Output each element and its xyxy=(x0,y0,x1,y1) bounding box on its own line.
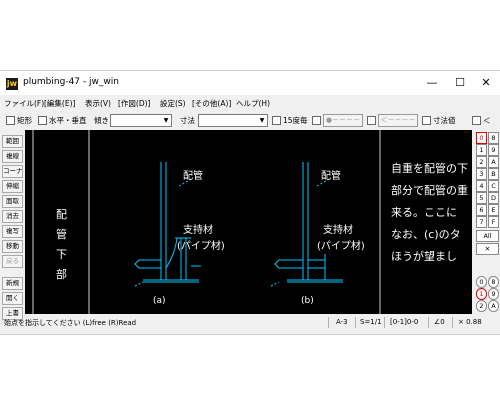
note-line: 来る。ここに xyxy=(391,206,457,219)
dim-value-checkbox[interactable] xyxy=(422,116,431,125)
layer-1[interactable]: 1 xyxy=(476,288,487,300)
btn1-checkbox[interactable] xyxy=(312,116,321,125)
label-pipe-material-b: (パイプ材) xyxy=(317,239,365,252)
label-pipe-material-a: (パイプ材) xyxy=(177,239,225,252)
minimize-button[interactable]: — xyxy=(420,75,444,91)
note-line: なお、(c)のタ xyxy=(391,228,461,241)
dim-value-label: 寸法値 xyxy=(433,116,456,125)
close-icon[interactable]: ✕ xyxy=(476,243,499,255)
layer-a[interactable]: A xyxy=(488,300,499,312)
deg15-checkbox[interactable] xyxy=(272,116,281,125)
title-bar: jw plumbing-47 - jw_win — ☐ ✕ xyxy=(0,71,500,95)
tilt-combo[interactable]: ▼ xyxy=(110,114,172,127)
menu-file[interactable]: ファイル(F) xyxy=(4,98,44,109)
layer-group-5[interactable]: 5 xyxy=(476,192,487,204)
btn2-checkbox[interactable] xyxy=(367,116,376,125)
maximize-button[interactable]: ☐ xyxy=(448,75,472,91)
layer-group-7[interactable]: 7 xyxy=(476,216,487,228)
status-bar: 始点を指示してください (L)free (R)Read A-3 S=1/1 [0… xyxy=(0,315,500,330)
vertical-label-char: 部 xyxy=(56,267,67,281)
vertical-label-char: 下 xyxy=(56,248,67,261)
menu-edit[interactable]: [編集(E)] xyxy=(44,98,75,109)
label-pipe-b: 配管 xyxy=(321,169,341,182)
layer-2[interactable]: 2 xyxy=(476,300,487,312)
layer-group-0[interactable]: 0 xyxy=(476,132,487,144)
layer-group-e[interactable]: E xyxy=(488,204,499,216)
note-line: 部分で配管の重 xyxy=(391,183,468,197)
status-message: 始点を指示してください (L)free (R)Read xyxy=(4,319,137,327)
layer-group-a[interactable]: A xyxy=(488,156,499,168)
drawing-svg: 配 管 下 部 配管 支持材 (パイプ材) (a) 配管 支持材 (パイプ材) … xyxy=(32,130,468,314)
layer-group-c[interactable]: C xyxy=(488,180,499,192)
note-line: ほうが望まし xyxy=(391,249,457,263)
layer-group-f[interactable]: F xyxy=(488,216,499,228)
layer-8[interactable]: 8 xyxy=(488,276,499,288)
note-line: 自重を配管の下 xyxy=(391,161,468,175)
tool-extend[interactable]: 伸縮 xyxy=(2,180,23,193)
tool-corner[interactable]: コーナー xyxy=(2,165,23,178)
tool-erase[interactable]: 消去 xyxy=(2,210,23,223)
dim-label: 寸法 xyxy=(180,116,195,125)
point-line-button[interactable]: ●－－－－ xyxy=(323,114,363,127)
status-angle[interactable]: ∠0 xyxy=(434,318,445,326)
layer-0[interactable]: 0 xyxy=(476,276,487,288)
app-window: jw plumbing-47 - jw_win — ☐ ✕ ファイル(F) [編… xyxy=(0,70,500,335)
arrow-line-button[interactable]: ＜－－－－ xyxy=(378,114,418,127)
rect-checkbox[interactable] xyxy=(6,116,15,125)
menu-other[interactable]: [その他(A)] xyxy=(192,98,231,109)
layer-group-8[interactable]: 8 xyxy=(488,132,499,144)
menu-draw[interactable]: [作図(D)] xyxy=(118,98,150,109)
vertical-label-char: 管 xyxy=(56,227,67,241)
layer-group-2[interactable]: 2 xyxy=(476,156,487,168)
layer-group-3[interactable]: 3 xyxy=(476,168,487,180)
app-icon: jw xyxy=(6,78,18,90)
menu-view[interactable]: 表示(V) xyxy=(85,98,111,109)
lt-label: ＜ xyxy=(483,116,491,125)
label-support-a: 支持材 xyxy=(183,223,213,236)
tool-range[interactable]: 範囲 xyxy=(2,135,23,148)
layer-group-6[interactable]: 6 xyxy=(476,204,487,216)
tool-copy[interactable]: 複写 xyxy=(2,225,23,238)
layer-panel: 0 8 1 9 2 A 3 B 4 C 5 D 6 E 7 F All ✕ 0 … xyxy=(474,130,500,314)
menu-settings[interactable]: 設定(S) xyxy=(160,98,186,109)
menu-help[interactable]: ヘルプ(H) xyxy=(236,98,270,109)
layer-group-4[interactable]: 4 xyxy=(476,180,487,192)
caption-a: (a) xyxy=(153,296,166,306)
tool-new[interactable]: 新規 xyxy=(2,277,23,290)
chevron-down-icon: ▼ xyxy=(163,117,169,124)
status-scale[interactable]: S=1/1 xyxy=(360,318,382,326)
tool-undo[interactable]: 戻る xyxy=(2,255,23,268)
tool-offset[interactable]: 複線 xyxy=(2,150,23,163)
tool-open[interactable]: 開く xyxy=(2,292,23,305)
status-layer[interactable]: [0-1]0-0 xyxy=(390,318,418,326)
dim-combo[interactable]: ▼ xyxy=(198,114,268,127)
tool-chamfer[interactable]: 面取 xyxy=(2,195,23,208)
layer-group-9[interactable]: 9 xyxy=(488,144,499,156)
vertical-label-char: 配 xyxy=(56,208,67,221)
caption-b: (b) xyxy=(301,296,314,306)
hv-label: 水平・垂直 xyxy=(49,116,87,125)
label-support-b: 支持材 xyxy=(323,223,353,236)
rect-label: 矩形 xyxy=(17,116,32,125)
close-button[interactable]: ✕ xyxy=(474,75,498,91)
chevron-down-icon: ▼ xyxy=(259,117,265,124)
toolbar: 矩形 水平・垂直 傾き ▼ 寸法 ▼ 15度毎 ●－－－－ ＜－－－－ 寸法値 … xyxy=(0,112,500,128)
lt-checkbox[interactable] xyxy=(472,116,481,125)
hv-checkbox[interactable] xyxy=(38,116,47,125)
layer-group-d[interactable]: D xyxy=(488,192,499,204)
layer-group-b[interactable]: B xyxy=(488,168,499,180)
label-pipe-a: 配管 xyxy=(183,169,203,182)
drawing-canvas[interactable]: 配 管 下 部 配管 支持材 (パイプ材) (a) 配管 支持材 (パイプ材) … xyxy=(25,130,472,314)
layer-all-button[interactable]: All xyxy=(476,230,499,242)
deg15-label: 15度毎 xyxy=(283,116,308,125)
layer-group-1[interactable]: 1 xyxy=(476,144,487,156)
status-paper-size[interactable]: A-3 xyxy=(336,318,348,326)
status-zoom[interactable]: × 0.88 xyxy=(458,318,482,326)
menu-bar: ファイル(F) [編集(E)] 表示(V) [作図(D)] 設定(S) [その他… xyxy=(0,96,500,110)
tilt-label: 傾き xyxy=(94,116,109,125)
window-title: plumbing-47 - jw_win xyxy=(23,77,119,87)
tool-move[interactable]: 移動 xyxy=(2,240,23,253)
layer-9[interactable]: 9 xyxy=(488,288,499,300)
